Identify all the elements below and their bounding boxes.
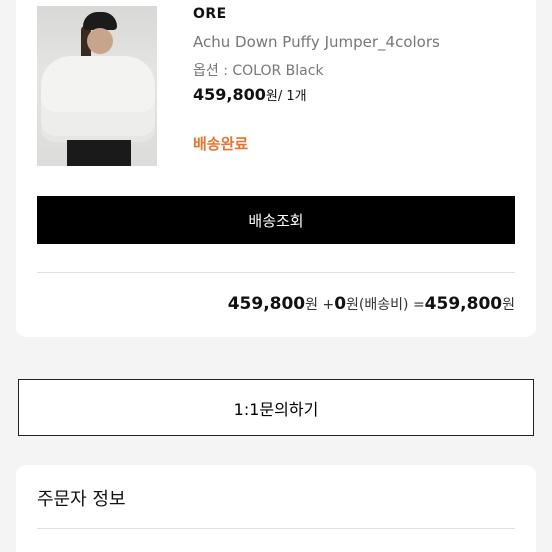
shipping-label: 원(배송비) = [346, 297, 425, 313]
divider [37, 528, 515, 529]
product-image[interactable] [37, 6, 157, 166]
item-price-row: 459,800원/ 1개 [193, 85, 307, 104]
product-total: 459,800 [227, 294, 306, 314]
product-option: 옵션 : COLOR Black [193, 63, 324, 79]
orderer-info-card: 주문자 정보 [16, 465, 536, 552]
grand-total: 459,800 [424, 294, 503, 314]
won-label: 원 + [305, 297, 335, 313]
delivery-status: 배송완료 [193, 135, 249, 153]
orderer-info-title: 주문자 정보 [37, 489, 126, 510]
won-label: 원 [502, 297, 515, 313]
order-total-line: 459,800원 +0원(배송비) =459,800원 [228, 294, 515, 314]
divider [37, 272, 515, 273]
track-delivery-button[interactable]: 배송조회 [37, 196, 515, 244]
brand-name: ORE [193, 6, 227, 22]
product-name[interactable]: Achu Down Puffy Jumper_4colors [193, 33, 440, 51]
order-item-card: ORE Achu Down Puffy Jumper_4colors 옵션 : … [16, 0, 536, 337]
item-price: 459,800 [193, 85, 266, 104]
one-to-one-inquiry-button[interactable]: 1:1문의하기 [18, 379, 534, 436]
shipping-fee: 0 [334, 294, 347, 314]
item-price-unit: 원/ 1개 [265, 89, 307, 104]
